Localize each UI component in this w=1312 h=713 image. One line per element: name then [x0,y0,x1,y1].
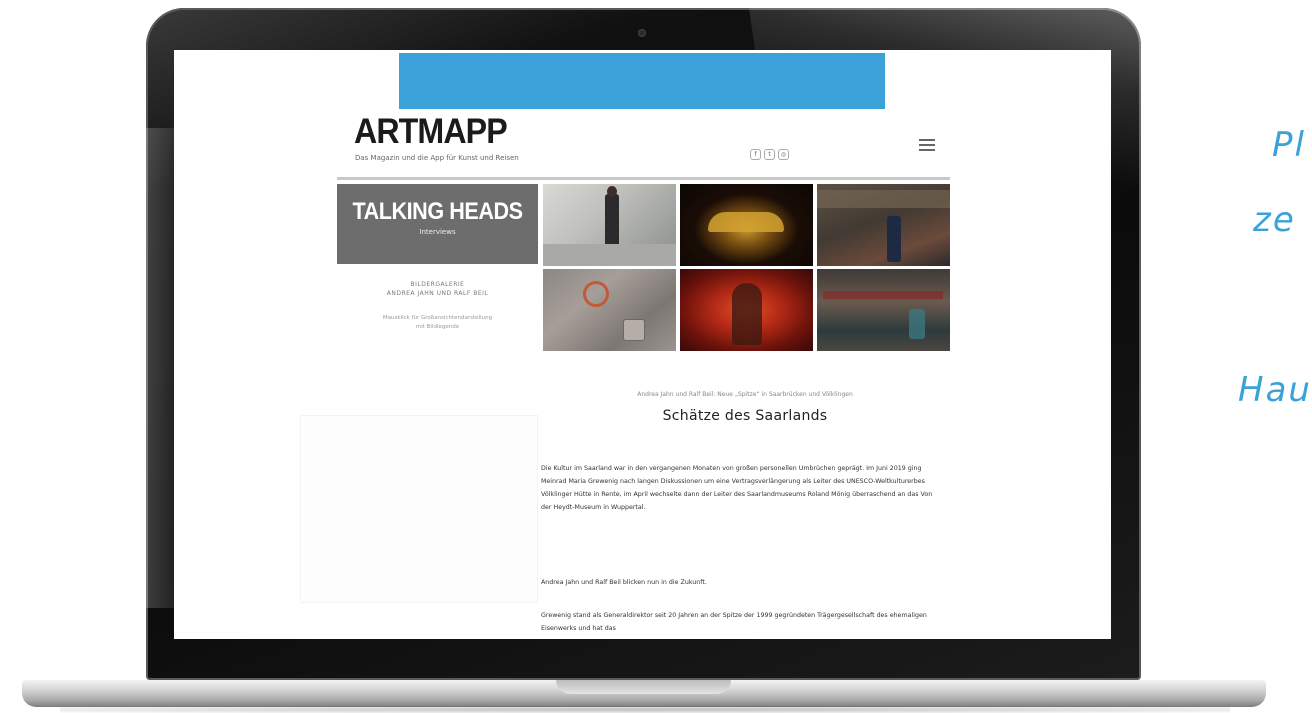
gallery-photo-1[interactable] [543,184,676,266]
header-divider [337,177,950,180]
side-text-line-3: Hau [1238,370,1312,410]
article-paragraph-3: Grewenig stand als Generaldirektor seit … [541,612,927,632]
site-logo[interactable]: ARTMAPP [354,112,508,152]
side-text-line-1: Pl [1272,125,1306,165]
gallery-label: BILDERGALERIE ANDREA JAHN UND RALF BEIL [337,280,538,298]
article-paragraph-1: Die Kultur im Saarland war in den vergan… [541,465,933,511]
gallery-note-line-2: mit Bildlegende [415,324,460,330]
gallery-photo-5[interactable] [680,269,813,351]
gallery-photo-3[interactable] [817,184,950,266]
gallery-photo-6[interactable] [817,269,950,351]
facebook-icon[interactable]: f [750,149,761,160]
twitter-icon[interactable]: t [764,149,775,160]
ad-banner[interactable] [399,53,885,109]
laptop-base-notch [556,680,731,694]
gallery-photo-4[interactable] [543,269,676,351]
hamburger-menu-icon[interactable] [919,139,935,151]
gallery-note: Mausklick für Großansichtendarstellung m… [337,314,538,332]
talking-heads-title: TALKING HEADS [352,198,523,225]
article-headline: Schätze des Saarlands [662,408,828,424]
laptop-shadow [60,706,1230,713]
gallery-label-line-2: ANDREA JAHN UND RALF BEIL [386,290,489,297]
talking-heads-banner[interactable]: TALKING HEADS Interviews [337,184,538,264]
sidebar-ad-slot [300,415,538,603]
camera-icon [639,30,645,36]
laptop-screen: ARTMAPP Das Magazin und die App für Kuns… [174,50,1111,639]
gallery-note-line-1: Mausklick für Großansichtendarstellung [382,315,493,321]
side-text-line-2: ze [1253,200,1296,240]
talking-heads-subtitle: Interviews [419,228,456,236]
gallery-photo-2[interactable] [680,184,813,266]
article-paragraph-2: Andrea Jahn und Ralf Beil blicken nun in… [541,579,707,586]
article-caption: Andrea Jahn und Ralf Beil: Neue „Spitze“… [637,391,853,398]
site-tagline: Das Magazin und die App für Kunst und Re… [355,154,519,162]
instagram-icon[interactable]: ◎ [778,149,789,160]
gallery-label-line-1: BILDERGALERIE [410,281,465,288]
social-links: f t ◎ [750,149,789,160]
